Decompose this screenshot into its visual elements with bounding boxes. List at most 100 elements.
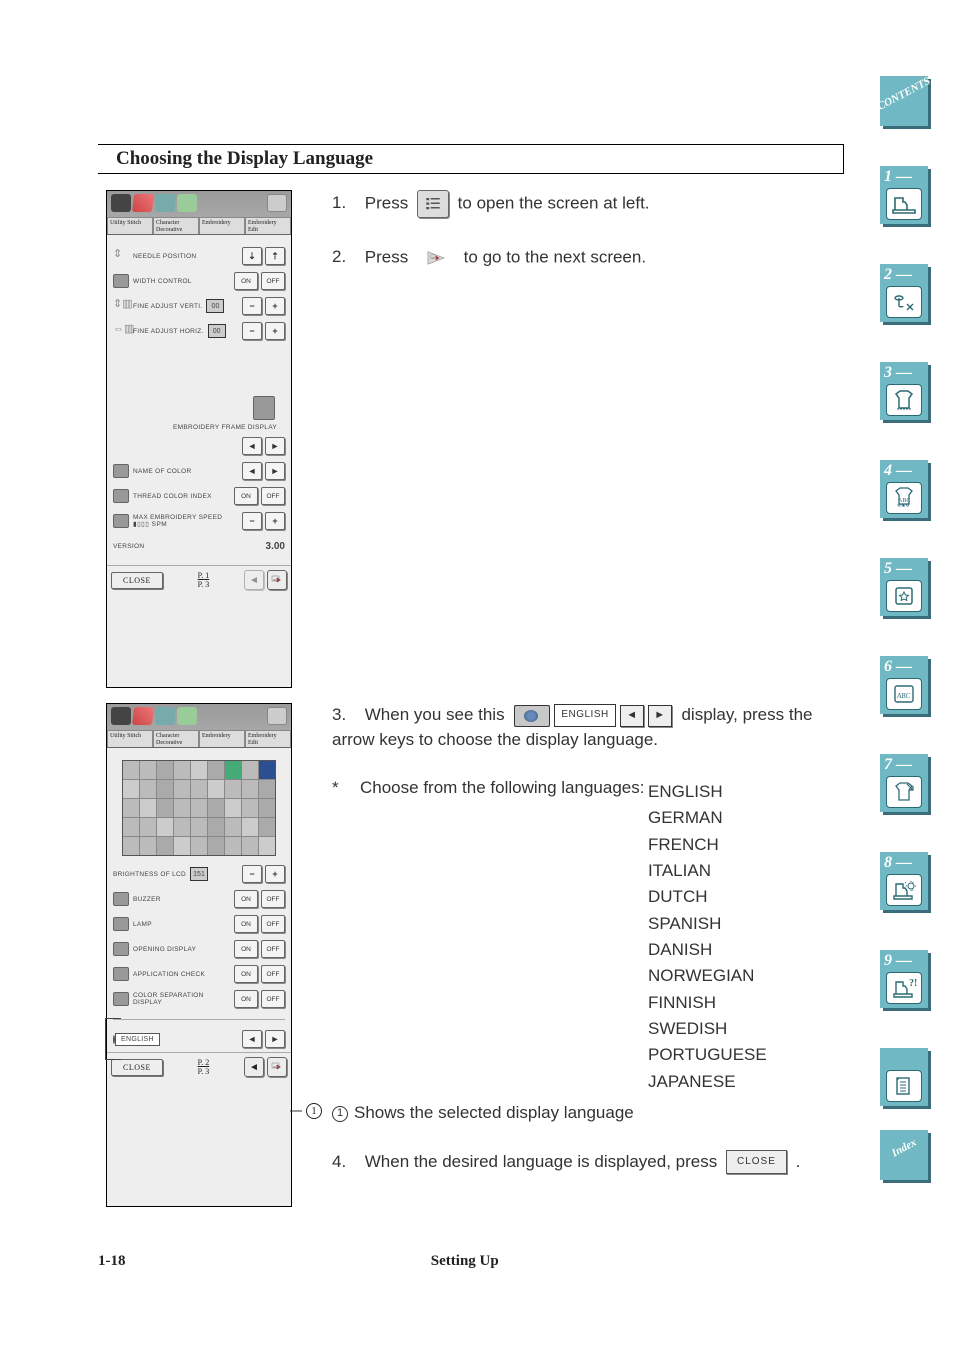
side-tab-7[interactable]: 7 — [880, 754, 928, 812]
side-tab-8[interactable]: 8 — [880, 852, 928, 910]
side-tab-3[interactable]: 3 — [880, 362, 928, 420]
needle-right-button[interactable]: ⇡ [265, 247, 285, 265]
panel-icon [155, 707, 175, 725]
opening-label: OPENING DISPLAY [133, 946, 196, 953]
svg-text:ABC: ABC [896, 692, 911, 700]
fah-minus-button[interactable]: − [242, 322, 262, 340]
fah-plus-button[interactable]: + [265, 322, 285, 340]
callout-1-marker: 1 [290, 1103, 322, 1119]
nameofcolor-label: NAME OF COLOR [133, 468, 191, 475]
close-button-p1[interactable]: CLOSE [111, 572, 163, 589]
tci-on-button[interactable]: ON [234, 487, 258, 505]
page-next-icon[interactable] [267, 570, 287, 590]
fav-value: 00 [206, 299, 224, 313]
lang-next-button[interactable]: ► [265, 1030, 285, 1048]
page-indicator-p1: P. 1 P. 3 [198, 571, 210, 589]
opening-on-button[interactable]: ON [234, 940, 258, 958]
side-tab-appendix[interactable] [880, 1048, 928, 1106]
page-next-icon[interactable] [267, 1057, 287, 1077]
appcheck-on-button[interactable]: ON [234, 965, 258, 983]
speed-plus-button[interactable]: + [265, 512, 285, 530]
side-tab-1[interactable]: 1 — [880, 166, 928, 224]
side-tab-2[interactable]: 2 — [880, 264, 928, 322]
speed-label: MAX EMBROIDERY SPEED ▮▯▯▯ SPM [133, 514, 222, 528]
lamp-off-button[interactable]: OFF [261, 915, 285, 933]
tab-embroidery-edit[interactable]: Embroidery Edit [245, 217, 291, 234]
tab-embroidery[interactable]: Embroidery [199, 217, 245, 234]
frame-prev-button[interactable]: ◄ [242, 437, 262, 455]
page-prev-icon[interactable]: ◄ [244, 570, 264, 590]
buzzer-label: BUZZER [133, 896, 161, 903]
hoop-abc-icon: ABC [886, 678, 922, 710]
svg-text:?!: ?! [909, 978, 917, 989]
appcheck-icon [113, 967, 129, 981]
buzzer-off-button[interactable]: OFF [261, 890, 285, 908]
noc-next-button[interactable]: ► [265, 462, 285, 480]
appcheck-off-button[interactable]: OFF [261, 965, 285, 983]
speed-minus-button[interactable]: − [242, 512, 262, 530]
spool-scissors-icon [886, 286, 922, 318]
tab-utility-stitch[interactable]: Utility Stitch [107, 217, 153, 234]
settings-menu-icon[interactable] [267, 707, 287, 725]
inline-prev-button[interactable]: ◄ [620, 705, 644, 727]
side-tab-contents[interactable]: CONTENTS [880, 76, 928, 126]
opening-off-button[interactable]: OFF [261, 940, 285, 958]
tci-off-button[interactable]: OFF [261, 487, 285, 505]
needle-left-button[interactable]: ⇣ [242, 247, 262, 265]
fine-adjust-h-label: FINE ADJUST HORIZ. [133, 328, 204, 335]
frame-next-button[interactable]: ► [265, 437, 285, 455]
side-tab-6[interactable]: 6 — ABC [880, 656, 928, 714]
side-tab-4[interactable]: 4 — ABC✲❀✲ [880, 460, 928, 518]
page-prev-icon[interactable]: ◄ [244, 1057, 264, 1077]
frame-icon [253, 396, 275, 420]
colorsep-icon [113, 992, 129, 1006]
width-on-button[interactable]: ON [234, 272, 258, 290]
lamp-on-button[interactable]: ON [234, 915, 258, 933]
width-icon [113, 274, 129, 288]
fav-minus-button[interactable]: − [242, 297, 262, 315]
version-label: VERSION [113, 543, 144, 550]
buzzer-on-button[interactable]: ON [234, 890, 258, 908]
colorsep-off-button[interactable]: OFF [261, 990, 285, 1008]
thread-icon [177, 707, 197, 725]
needle-position-label: NEEDLE POSITION [133, 253, 196, 260]
fah-value: 00 [208, 324, 226, 338]
buzzer-icon [113, 892, 129, 906]
color-palette[interactable] [122, 760, 276, 856]
lang-prev-button[interactable]: ◄ [242, 1030, 262, 1048]
lamp-label: LAMP [133, 921, 152, 928]
tab-embroidery-edit[interactable]: Embroidery Edit [245, 730, 291, 747]
tab-utility-stitch[interactable]: Utility Stitch [107, 730, 153, 747]
fav-plus-button[interactable]: + [265, 297, 285, 315]
next-page-triangle-icon[interactable] [417, 242, 455, 274]
width-off-button[interactable]: OFF [261, 272, 285, 290]
language-list: ENGLISHGERMAN FRENCHITALIAN DUTCHSPANISH… [648, 779, 844, 1095]
step-4: 4. When the desired language is displaye… [332, 1150, 844, 1175]
language-value: ENGLISH [115, 1033, 160, 1046]
shirt-tools-icon [886, 776, 922, 808]
side-tab-index[interactable]: Index [880, 1130, 928, 1180]
tab-embroidery[interactable]: Embroidery [199, 730, 245, 747]
close-button-p2[interactable]: CLOSE [111, 1059, 163, 1076]
step-3: 3. When you see this ENGLISH ◄ ► display… [332, 703, 844, 752]
settings-menu-icon[interactable] [267, 194, 287, 212]
tab-char-deco[interactable]: Character Decorative Stitch [153, 730, 199, 747]
page-indicator-p2: P. 2 P. 3 [198, 1058, 210, 1076]
machine-alert-icon: ?! [886, 972, 922, 1004]
side-tab-5[interactable]: 5 — [880, 558, 928, 616]
inline-next-button[interactable]: ► [648, 705, 672, 727]
noc-prev-button[interactable]: ◄ [242, 462, 262, 480]
colorsep-on-button[interactable]: ON [234, 990, 258, 1008]
language-note: * Choose from the following languages: [332, 776, 844, 801]
lamp-icon [113, 917, 129, 931]
brightness-minus-button[interactable]: − [242, 865, 262, 883]
brightness-plus-button[interactable]: + [265, 865, 285, 883]
nameofcolor-icon [113, 464, 129, 478]
opening-icon [113, 942, 129, 956]
side-tab-9[interactable]: 9 — ?! [880, 950, 928, 1008]
close-inline-button[interactable]: CLOSE [726, 1150, 787, 1175]
settings-list-icon[interactable] [417, 190, 449, 218]
tab-char-deco[interactable]: Character Decorative Stitch [153, 217, 199, 234]
brightness-value: 151 [190, 867, 208, 881]
presser-foot-icon [111, 707, 131, 725]
